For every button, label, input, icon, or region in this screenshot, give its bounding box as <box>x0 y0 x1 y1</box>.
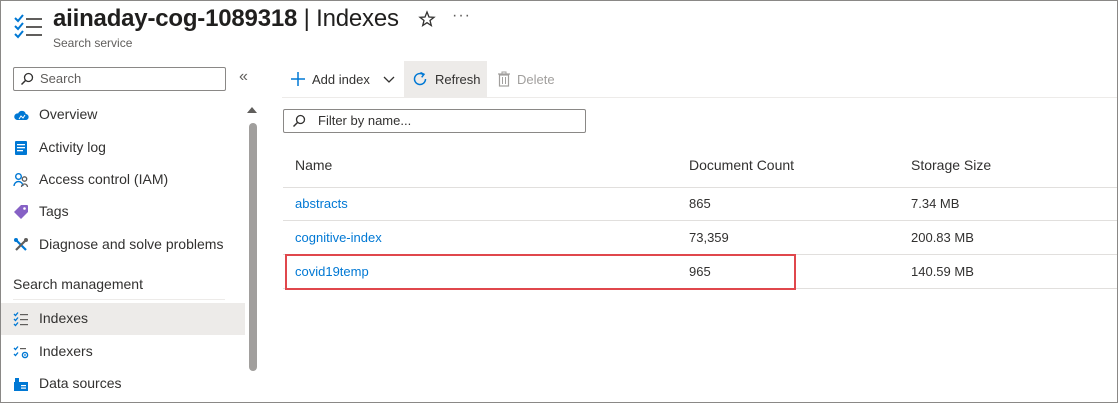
portal-frame: aiinaday-cog-1089318 | Indexes Search se… <box>0 0 1118 403</box>
add-index-dropdown-button[interactable] <box>382 61 402 97</box>
trash-icon <box>498 71 510 87</box>
sidebar-item-label: Activity log <box>39 139 106 155</box>
sidebar-item-label: Access control (IAM) <box>39 171 169 187</box>
cloud-icon <box>14 110 29 121</box>
wrench-icon <box>14 238 28 251</box>
index-name-link[interactable]: cognitive-index <box>295 230 382 245</box>
column-header-document-count[interactable]: Document Count <box>689 157 794 173</box>
table-row[interactable]: abstracts 865 7.34 MB <box>283 187 1117 221</box>
sidebar-item-label: Data sources <box>39 375 122 391</box>
search-icon <box>20 72 34 86</box>
more-options-button[interactable]: ··· <box>452 7 471 25</box>
tag-icon <box>14 205 28 219</box>
plus-icon <box>291 72 305 86</box>
sidebar-item-indexes[interactable]: Indexes <box>1 303 245 335</box>
highlight-annotation-box <box>285 254 796 290</box>
sidebar-item-label: Tags <box>39 203 69 219</box>
page-subtitle: Search service <box>53 36 133 50</box>
sidebar-item-access-control[interactable]: Access control (IAM) <box>1 164 245 196</box>
people-icon <box>13 173 29 188</box>
indexers-icon <box>13 346 29 359</box>
delete-label: Delete <box>517 71 555 87</box>
sidebar-item-indexers[interactable]: Indexers <box>1 336 245 368</box>
column-header-storage-size[interactable]: Storage Size <box>911 157 991 173</box>
refresh-button[interactable]: Refresh <box>404 61 487 97</box>
indexes-blade-icon <box>14 14 42 39</box>
favorite-star-icon[interactable] <box>418 10 436 28</box>
scroll-up-arrow-icon[interactable] <box>247 107 257 113</box>
sidebar-item-label: Diagnose and solve problems <box>39 236 224 252</box>
column-header-name[interactable]: Name <box>295 157 332 173</box>
collapse-sidebar-button[interactable]: « <box>239 68 248 86</box>
add-index-button[interactable]: Add index <box>290 61 370 97</box>
sidebar-divider <box>13 299 225 300</box>
refresh-label: Refresh <box>435 71 481 87</box>
chevron-down-icon <box>383 76 395 83</box>
index-name-link[interactable]: abstracts <box>295 196 348 211</box>
indexes-icon <box>13 312 28 327</box>
sidebar-item-label: Indexes <box>39 310 89 326</box>
page-title: aiinaday-cog-1089318 | Indexes <box>53 5 399 32</box>
table-row[interactable]: cognitive-index 73,359 200.83 MB <box>283 221 1117 255</box>
activity-log-icon <box>15 141 27 155</box>
toolbar-divider <box>282 97 1117 98</box>
sidebar-item-data-sources[interactable]: Data sources <box>1 368 245 400</box>
sidebar-item-overview[interactable]: Overview <box>1 99 245 131</box>
filter-placeholder: Filter by name... <box>318 113 412 128</box>
sidebar-scrollbar-thumb[interactable] <box>249 123 257 371</box>
document-count: 865 <box>689 196 711 211</box>
sidebar-search-input[interactable]: Search <box>13 67 226 91</box>
sidebar-search-placeholder: Search <box>40 71 82 86</box>
refresh-icon <box>413 71 427 86</box>
add-index-label: Add index <box>312 71 370 87</box>
document-count: 73,359 <box>689 230 729 245</box>
sidebar-section-title: Search management <box>13 276 143 292</box>
sidebar-item-activity-log[interactable]: Activity log <box>1 132 245 164</box>
filter-by-name-input[interactable]: Filter by name... <box>283 109 586 133</box>
storage-size: 200.83 MB <box>911 230 974 245</box>
sidebar-item-label: Indexers <box>39 343 93 359</box>
sidebar-item-label: Overview <box>39 106 98 122</box>
sidebar-item-tags[interactable]: Tags <box>1 196 245 228</box>
storage-size: 7.34 MB <box>911 196 960 211</box>
delete-button[interactable]: Delete <box>497 61 555 97</box>
sidebar-item-diagnose[interactable]: Diagnose and solve problems <box>1 229 245 261</box>
data-sources-icon <box>14 378 28 391</box>
storage-size: 140.59 MB <box>911 264 974 279</box>
search-icon <box>292 114 306 128</box>
